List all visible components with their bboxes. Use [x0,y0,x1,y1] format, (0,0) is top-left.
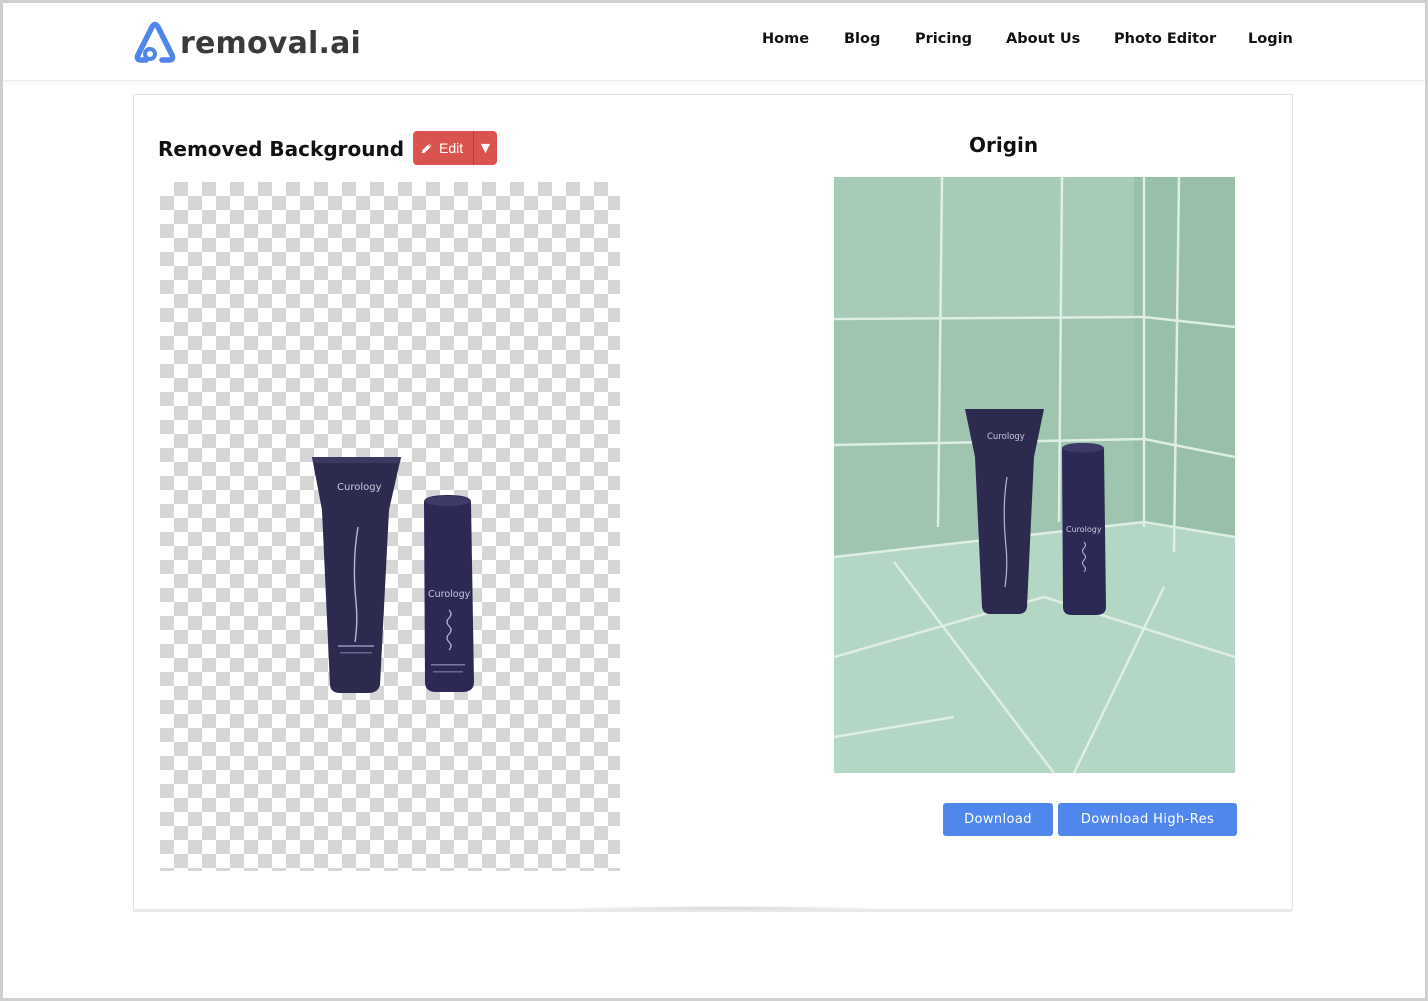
removed-background-preview: Curology Curology [160,182,620,871]
edit-split-button: Edit [413,131,497,165]
photo-bottle-brand-text: Curology [1066,525,1102,534]
site-header: removal.ai Home Blog Pricing About Us Ph… [3,3,1425,81]
browser-window: removal.ai Home Blog Pricing About Us Ph… [3,3,1425,998]
original-image: Curology Curology [834,177,1235,773]
tube-brand-text: Curology [337,482,382,493]
card-divider [133,906,1292,912]
product-cutout-image: Curology Curology [312,457,474,693]
original-photo-render: Curology Curology [834,177,1235,773]
edit-button[interactable]: Edit [413,131,475,165]
download-button[interactable]: Download [943,803,1053,836]
nav-photo-editor[interactable]: Photo Editor [1114,31,1216,47]
photo-tube-brand-text: Curology [987,432,1025,442]
nav-pricing[interactable]: Pricing [915,31,972,47]
cleanser-tube: Curology [312,457,401,693]
pencil-icon [421,143,432,153]
caret-down-icon [480,143,491,153]
edit-dropdown-toggle[interactable] [474,131,497,165]
main-nav: Home Blog Pricing About Us Photo Editor … [3,31,1425,51]
removed-background-title: Removed Background [158,137,405,161]
nav-login[interactable]: Login [1248,31,1293,47]
bottle-brand-text: Curology [428,589,471,600]
nav-blog[interactable]: Blog [844,31,880,47]
download-high-res-button[interactable]: Download High-Res [1058,803,1237,836]
origin-title: Origin [969,133,1039,157]
edit-label: Edit [439,140,464,156]
nav-about-us[interactable]: About Us [1006,31,1080,47]
nav-home[interactable]: Home [762,31,809,47]
moisturizer-bottle: Curology [424,495,474,692]
